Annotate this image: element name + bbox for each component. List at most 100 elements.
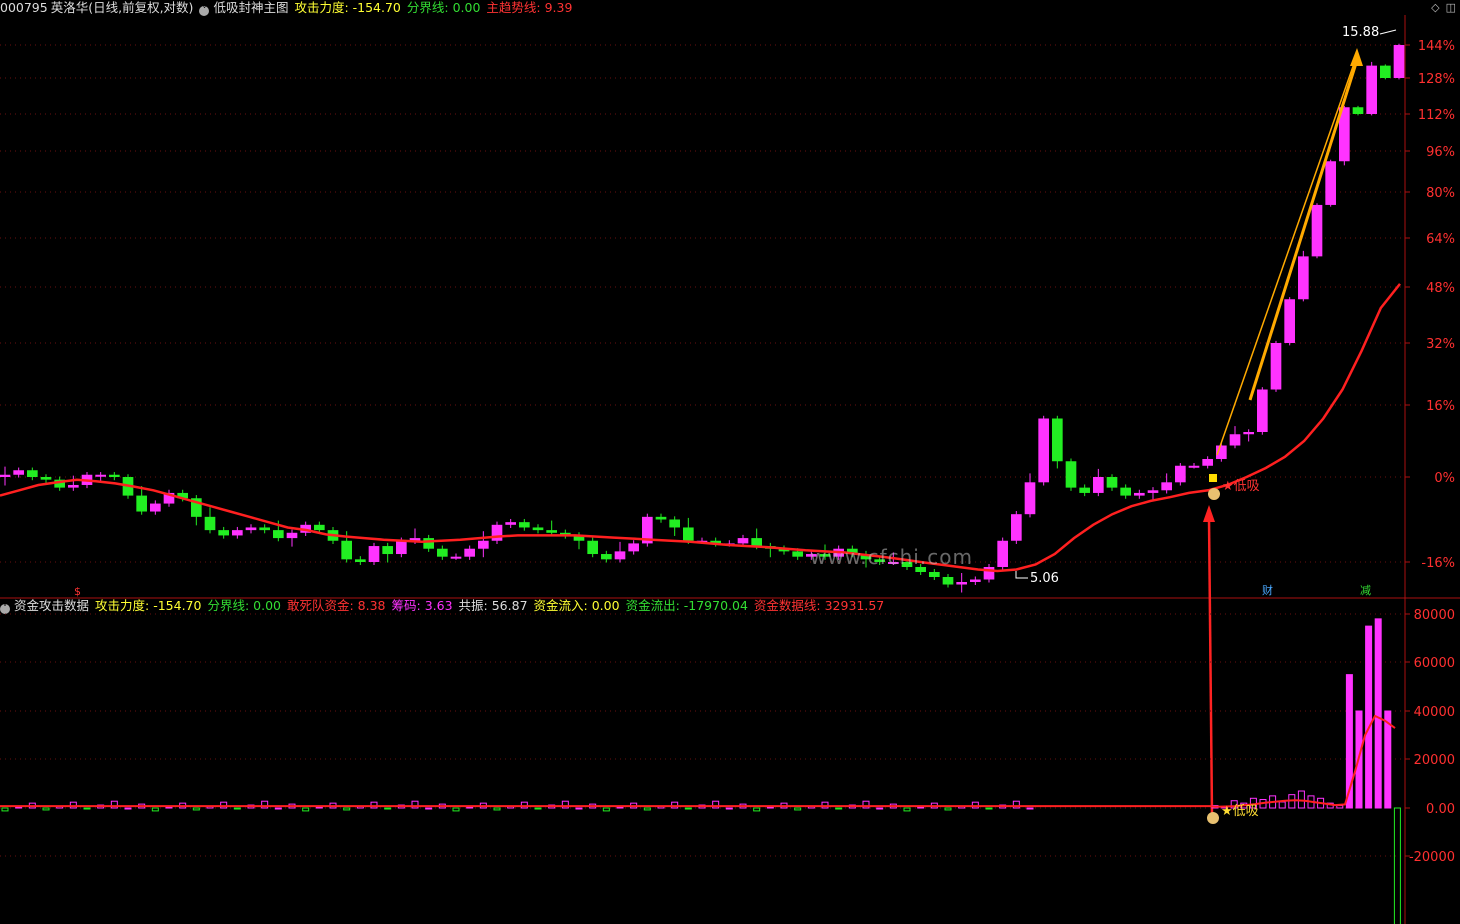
high-price-label: 15.88 — [1342, 25, 1379, 40]
sub-axis-label: 0.00 — [1426, 802, 1455, 817]
sub-bar — [575, 807, 583, 810]
sub-bar — [274, 807, 282, 810]
candle-body — [1038, 418, 1049, 483]
sub-bar — [384, 807, 392, 810]
sub-bar — [1336, 805, 1344, 809]
main-axis-label: 0% — [1434, 471, 1455, 486]
candle-body — [218, 530, 229, 536]
candle-body — [970, 579, 981, 582]
sub-bar — [69, 801, 77, 809]
sub-axis-label: -20000 — [1409, 850, 1455, 865]
candle-body — [519, 522, 530, 528]
candle-body — [505, 522, 516, 525]
candle-body — [245, 527, 257, 531]
price-chart[interactable]: 144% 128% 112% 96% 80% 64% 48% 32% 16% 0% -16% 15.8… — [0, 0, 1460, 924]
candle-body — [478, 540, 489, 549]
candle-body — [942, 577, 954, 585]
main-axis-label: 16% — [1426, 399, 1455, 414]
buy-arrow-head — [1203, 505, 1215, 522]
candle-body — [204, 516, 216, 531]
marker-dollar: $ — [74, 585, 81, 598]
sub-bar — [616, 806, 624, 809]
sub-bar — [370, 801, 378, 809]
sub-bar — [452, 807, 460, 812]
sub-bar — [766, 806, 774, 809]
candle-body — [1366, 65, 1377, 114]
candle-body — [1120, 487, 1131, 496]
money-bag-icon — [1208, 488, 1220, 500]
candle-body — [314, 524, 325, 531]
candle-body — [1024, 482, 1036, 515]
candle-body — [1243, 432, 1254, 435]
sub-money-bag-icon — [1207, 812, 1219, 824]
candle-body — [150, 503, 161, 512]
candle-body — [1229, 434, 1241, 446]
sub-bar — [671, 801, 679, 809]
sub-bar — [192, 807, 200, 811]
sub-bar — [1026, 807, 1034, 810]
candle-body — [1284, 299, 1295, 343]
candle-body — [27, 470, 38, 477]
candle-body — [273, 530, 284, 539]
sub-buy-signal-label: ★低吸 — [1221, 804, 1259, 819]
sub-bar — [917, 806, 925, 809]
candle-body — [341, 540, 352, 560]
sub-bar — [725, 807, 733, 810]
candle-body — [259, 527, 270, 531]
candle-body — [1134, 492, 1145, 496]
candle-body — [286, 532, 298, 539]
signal-square — [1209, 474, 1217, 482]
candle-body — [40, 477, 52, 480]
candle-body — [1311, 204, 1323, 257]
sub-bar — [15, 806, 23, 809]
candle-body — [1257, 389, 1268, 432]
candle-body — [382, 546, 393, 555]
sub-axis-label: 40000 — [1414, 705, 1455, 720]
candle-body — [0, 474, 11, 477]
candle-body — [929, 572, 940, 577]
candle-body — [683, 527, 694, 541]
buy-signal-label: ★低吸 — [1222, 479, 1260, 494]
sub-bar — [944, 807, 952, 811]
sub-bar — [302, 807, 310, 812]
candle-body — [368, 546, 380, 562]
candle-body — [68, 484, 79, 488]
candle-body — [532, 527, 544, 531]
sub-bar — [220, 801, 228, 809]
candle-body — [546, 530, 557, 533]
sub-bar — [903, 807, 911, 812]
sub-bar — [753, 807, 761, 812]
candle-body — [655, 516, 667, 520]
candle-body — [232, 530, 243, 536]
candle-body — [587, 540, 598, 555]
marker-jian: 减 — [1360, 584, 1371, 597]
candle-body — [1065, 461, 1077, 488]
candle-body — [437, 548, 448, 557]
main-axis-label: 112% — [1418, 108, 1455, 123]
candle-body — [1298, 256, 1309, 300]
candle-body — [1052, 418, 1063, 462]
sub-bar — [42, 807, 50, 811]
buy-arrow-line — [1207, 517, 1214, 816]
candle-body — [1325, 161, 1336, 205]
sub-bar — [684, 807, 692, 810]
main-axis-label: -16% — [1421, 556, 1455, 571]
sub-axis-label: 20000 — [1414, 753, 1455, 768]
sub-bar — [835, 807, 843, 810]
sub-bar — [971, 801, 979, 809]
low-price-pointer — [1015, 571, 1028, 579]
candle-body — [1079, 487, 1090, 493]
sub-bar — [643, 807, 651, 811]
candle-body — [997, 540, 1008, 567]
sub-bar — [425, 807, 433, 810]
candle-body — [109, 474, 120, 477]
main-axis-label: 144% — [1418, 39, 1455, 54]
sub-bar — [466, 806, 474, 809]
sub-bar — [315, 806, 323, 809]
candle-body — [737, 538, 749, 544]
candle-body — [1011, 514, 1022, 541]
sub-bar — [1393, 807, 1401, 924]
candle-body — [1202, 459, 1213, 466]
candle-body — [1393, 45, 1405, 78]
main-axis-label: 128% — [1418, 72, 1455, 87]
